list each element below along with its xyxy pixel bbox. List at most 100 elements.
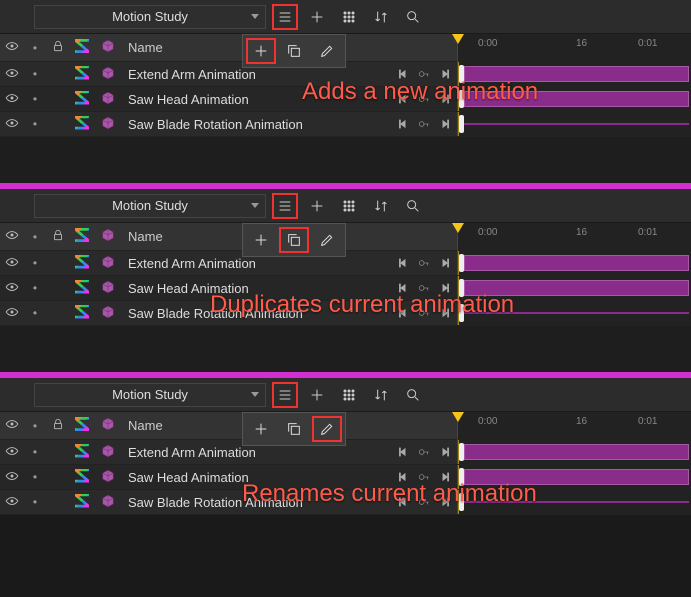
prev-keyframe-button[interactable] xyxy=(395,65,413,83)
animation-selector-dropdown[interactable]: Motion Study xyxy=(34,383,266,407)
next-keyframe-button[interactable] xyxy=(435,279,453,297)
animation-name[interactable]: Saw Blade Rotation Animation xyxy=(122,495,379,510)
add-keyframe-button[interactable] xyxy=(415,443,433,461)
add-keyframe-button[interactable] xyxy=(415,493,433,511)
visibility-toggle[interactable] xyxy=(0,255,24,272)
popup-duplicate-button[interactable] xyxy=(279,227,309,253)
timeline-track[interactable] xyxy=(457,301,691,325)
visibility-toggle[interactable] xyxy=(0,116,24,133)
popup-add-button[interactable] xyxy=(246,38,276,64)
popup-rename-button[interactable] xyxy=(312,416,342,442)
search-button[interactable] xyxy=(400,193,426,219)
sort-button[interactable] xyxy=(368,4,394,30)
animation-row[interactable]: • Saw Head Animation xyxy=(0,87,691,112)
add-keyframe-button[interactable] xyxy=(415,279,433,297)
prev-keyframe-button[interactable] xyxy=(395,468,413,486)
record-toggle[interactable]: • xyxy=(24,445,46,459)
time-ruler[interactable]: 0:00 16 0:01 xyxy=(457,412,691,440)
timeline-track[interactable] xyxy=(457,490,691,514)
animation-row[interactable]: • Saw Head Animation xyxy=(0,276,691,301)
next-keyframe-button[interactable] xyxy=(435,493,453,511)
next-keyframe-button[interactable] xyxy=(435,65,453,83)
animation-name[interactable]: Saw Head Animation xyxy=(122,470,379,485)
add-keyframe-button[interactable] xyxy=(415,115,433,133)
timeline-track[interactable] xyxy=(457,465,691,489)
visibility-toggle[interactable] xyxy=(0,444,24,461)
popup-add-button[interactable] xyxy=(246,416,276,442)
sort-button[interactable] xyxy=(368,193,394,219)
popup-add-button[interactable] xyxy=(246,227,276,253)
visibility-toggle[interactable] xyxy=(0,305,24,322)
visibility-header[interactable] xyxy=(0,228,24,245)
animation-menu-button[interactable] xyxy=(272,193,298,219)
prev-keyframe-button[interactable] xyxy=(395,115,413,133)
next-keyframe-button[interactable] xyxy=(435,254,453,272)
playhead-icon[interactable] xyxy=(452,223,464,233)
next-keyframe-button[interactable] xyxy=(435,115,453,133)
snap-grid-button[interactable] xyxy=(336,193,362,219)
lock-header[interactable] xyxy=(46,417,70,434)
timeline-track[interactable] xyxy=(457,87,691,111)
record-toggle[interactable]: • xyxy=(24,256,46,270)
animation-name[interactable]: Saw Head Animation xyxy=(122,281,379,296)
add-keyframe-button[interactable] xyxy=(415,254,433,272)
timeline-track[interactable] xyxy=(457,112,691,136)
record-toggle[interactable]: • xyxy=(24,281,46,295)
time-ruler[interactable]: 0:00 16 0:01 xyxy=(457,34,691,62)
sort-button[interactable] xyxy=(368,382,394,408)
animation-row[interactable]: • Saw Blade Rotation Animation xyxy=(0,301,691,326)
animation-name[interactable]: Saw Blade Rotation Animation xyxy=(122,117,379,132)
next-keyframe-button[interactable] xyxy=(435,90,453,108)
time-ruler[interactable]: 0:00 16 0:01 xyxy=(457,223,691,251)
animation-selector-dropdown[interactable]: Motion Study xyxy=(34,5,266,29)
next-keyframe-button[interactable] xyxy=(435,304,453,322)
add-button[interactable] xyxy=(304,382,330,408)
next-keyframe-button[interactable] xyxy=(435,468,453,486)
playhead-icon[interactable] xyxy=(452,412,464,422)
lock-header[interactable] xyxy=(46,39,70,56)
prev-keyframe-button[interactable] xyxy=(395,279,413,297)
visibility-toggle[interactable] xyxy=(0,91,24,108)
timeline-track[interactable] xyxy=(457,62,691,86)
animation-name[interactable]: Saw Blade Rotation Animation xyxy=(122,306,379,321)
record-toggle[interactable]: • xyxy=(24,117,46,131)
visibility-toggle[interactable] xyxy=(0,280,24,297)
add-keyframe-button[interactable] xyxy=(415,90,433,108)
popup-duplicate-button[interactable] xyxy=(279,38,309,64)
visibility-header[interactable] xyxy=(0,417,24,434)
animation-row[interactable]: • Saw Head Animation xyxy=(0,465,691,490)
prev-keyframe-button[interactable] xyxy=(395,443,413,461)
lock-header[interactable] xyxy=(46,228,70,245)
prev-keyframe-button[interactable] xyxy=(395,304,413,322)
add-keyframe-button[interactable] xyxy=(415,65,433,83)
animation-name[interactable]: Extend Arm Animation xyxy=(122,67,379,82)
record-toggle[interactable]: • xyxy=(24,470,46,484)
next-keyframe-button[interactable] xyxy=(435,443,453,461)
prev-keyframe-button[interactable] xyxy=(395,90,413,108)
playhead-icon[interactable] xyxy=(452,34,464,44)
visibility-header[interactable] xyxy=(0,39,24,56)
visibility-toggle[interactable] xyxy=(0,66,24,83)
popup-rename-button[interactable] xyxy=(312,227,342,253)
add-keyframe-button[interactable] xyxy=(415,468,433,486)
popup-rename-button[interactable] xyxy=(312,38,342,64)
record-toggle[interactable]: • xyxy=(24,495,46,509)
snap-grid-button[interactable] xyxy=(336,4,362,30)
search-button[interactable] xyxy=(400,382,426,408)
timeline-track[interactable] xyxy=(457,276,691,300)
animation-selector-dropdown[interactable]: Motion Study xyxy=(34,194,266,218)
record-toggle[interactable]: • xyxy=(24,67,46,81)
animation-menu-button[interactable] xyxy=(272,382,298,408)
animation-name[interactable]: Extend Arm Animation xyxy=(122,445,379,460)
animation-row[interactable]: • Saw Blade Rotation Animation xyxy=(0,490,691,515)
record-toggle[interactable]: • xyxy=(24,306,46,320)
timeline-track[interactable] xyxy=(457,440,691,464)
add-keyframe-button[interactable] xyxy=(415,304,433,322)
prev-keyframe-button[interactable] xyxy=(395,254,413,272)
popup-duplicate-button[interactable] xyxy=(279,416,309,442)
search-button[interactable] xyxy=(400,4,426,30)
visibility-toggle[interactable] xyxy=(0,469,24,486)
timeline-track[interactable] xyxy=(457,251,691,275)
record-toggle[interactable]: • xyxy=(24,92,46,106)
animation-name[interactable]: Extend Arm Animation xyxy=(122,256,379,271)
